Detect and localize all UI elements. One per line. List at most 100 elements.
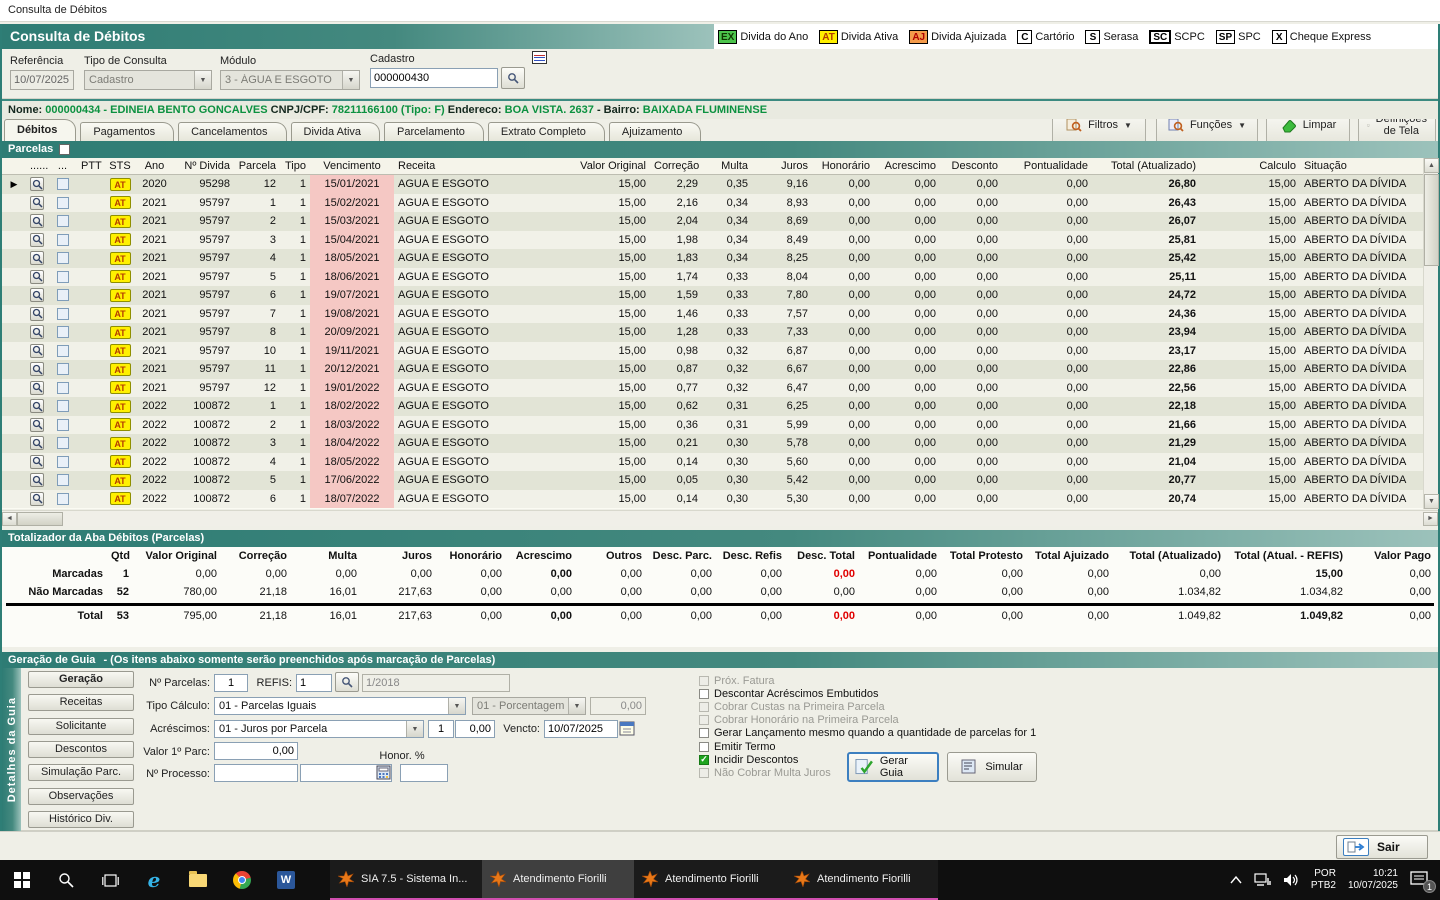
col-header-tipo[interactable]: Tipo	[280, 160, 310, 172]
table-row[interactable]: AT20221008726118/07/2022AGUA E ESGOTO15,…	[2, 490, 1423, 509]
table-row[interactable]: AT2021957974118/05/2021AGUA E ESGOTO15,0…	[2, 249, 1423, 268]
taskbar-app[interactable]: Atendimento Fiorilli	[482, 860, 634, 900]
row-magnifier-button[interactable]	[30, 473, 44, 487]
row-checkbox[interactable]	[57, 419, 69, 431]
tab-pagamentos[interactable]: Pagamentos	[80, 122, 174, 141]
row-magnifier-button[interactable]	[30, 177, 44, 191]
col-header-honorario[interactable]: Honorário	[812, 160, 874, 172]
col-header-mag[interactable]: ......	[26, 160, 48, 172]
tab-extrato-completo[interactable]: Extrato Completo	[488, 122, 605, 141]
geracao-button-descontos[interactable]: Descontos	[28, 741, 134, 758]
taskbar-app[interactable]: Atendimento Fiorilli	[786, 860, 938, 900]
row-magnifier-button[interactable]	[30, 436, 44, 450]
checkbox-icon[interactable]	[699, 702, 709, 712]
scroll-up-icon[interactable]: ▲	[1424, 158, 1439, 173]
scroll-down-icon[interactable]: ▼	[1424, 494, 1439, 509]
simular-button[interactable]: Simular	[947, 752, 1037, 782]
acrescimos-select[interactable]: 01 - Juros por Parcela ▼	[214, 720, 424, 738]
row-magnifier-button[interactable]	[30, 233, 44, 247]
table-row[interactable]: AT20219579711120/12/2021AGUA E ESGOTO15,…	[2, 360, 1423, 379]
row-checkbox[interactable]	[57, 326, 69, 338]
row-magnifier-button[interactable]	[30, 307, 44, 321]
table-row[interactable]: AT2021957972115/03/2021AGUA E ESGOTO15,0…	[2, 212, 1423, 231]
row-magnifier-button[interactable]	[30, 399, 44, 413]
option-pr-x-fatura[interactable]: Próx. Fatura	[699, 674, 1036, 687]
table-row[interactable]: AT2021957976119/07/2021AGUA E ESGOTO15,0…	[2, 286, 1423, 305]
col-header-situacao[interactable]: Situação	[1300, 160, 1412, 172]
row-checkbox[interactable]	[57, 271, 69, 283]
cadastro-input[interactable]	[370, 68, 498, 88]
checkbox-icon[interactable]	[699, 768, 709, 778]
option-descontar-acr-scimos-embutidos[interactable]: Descontar Acréscimos Embutidos	[699, 687, 1036, 700]
tab-d-bitos[interactable]: Débitos	[4, 119, 76, 141]
row-checkbox[interactable]	[57, 345, 69, 357]
row-magnifier-button[interactable]	[30, 418, 44, 432]
modulo-select[interactable]: 3 - ÁGUA E ESGOTO ▼	[220, 70, 360, 90]
table-row[interactable]: AT2021957977119/08/2021AGUA E ESGOTO15,0…	[2, 305, 1423, 324]
horizontal-scrollbar[interactable]: ◄ ►	[2, 510, 1438, 526]
table-row[interactable]: AT20221008721118/02/2022AGUA E ESGOTO15,…	[2, 397, 1423, 416]
speaker-icon[interactable]	[1283, 873, 1299, 887]
row-magnifier-button[interactable]	[30, 381, 44, 395]
col-header-valor_original[interactable]: Valor Original	[562, 160, 650, 172]
word-button[interactable]: W	[264, 860, 308, 900]
clock[interactable]: 10:2110/07/2025	[1348, 868, 1398, 892]
tab-divida-ativa[interactable]: Divida Ativa	[291, 122, 380, 141]
tipo-calculo-select[interactable]: 01 - Parcelas Iguais ▼	[214, 697, 466, 715]
row-checkbox[interactable]	[57, 215, 69, 227]
processo-input[interactable]	[214, 764, 298, 782]
row-magnifier-button[interactable]	[30, 270, 44, 284]
internet-explorer-button[interactable]: e	[132, 860, 176, 900]
row-checkbox[interactable]	[57, 178, 69, 190]
col-header-ptt[interactable]: PTT	[77, 160, 105, 172]
col-header-pontualidade[interactable]: Pontualidade	[1002, 160, 1092, 172]
acrescimos-n-input[interactable]	[428, 720, 454, 738]
geracao-button-simula-o-parc-[interactable]: Simulação Parc.	[28, 764, 134, 781]
row-magnifier-button[interactable]	[30, 196, 44, 210]
taskbar-app[interactable]: SIA 7.5 - Sistema In...	[330, 860, 482, 900]
checked-checkbox-icon[interactable]: ✓	[699, 755, 709, 765]
table-row[interactable]: AT20221008724118/05/2022AGUA E ESGOTO15,…	[2, 453, 1423, 472]
checkbox-icon[interactable]	[699, 742, 709, 752]
referencia-input[interactable]	[10, 70, 74, 90]
table-row[interactable]: AT2021957971115/02/2021AGUA E ESGOTO15,0…	[2, 194, 1423, 213]
row-magnifier-button[interactable]	[30, 251, 44, 265]
col-header-multa[interactable]: Multa	[702, 160, 752, 172]
valor-parc-input[interactable]	[214, 742, 298, 760]
table-row[interactable]: AT20219579712119/01/2022AGUA E ESGOTO15,…	[2, 379, 1423, 398]
row-checkbox[interactable]	[57, 400, 69, 412]
col-header-sts[interactable]: STS	[105, 160, 135, 172]
acrescimos-valor-input[interactable]	[455, 720, 495, 738]
row-checkbox[interactable]	[57, 197, 69, 209]
notification-center-button[interactable]: 1	[1410, 871, 1432, 889]
file-explorer-button[interactable]	[176, 860, 220, 900]
tipo-consulta-select[interactable]: Cadastro ▼	[84, 70, 212, 90]
tab-cancelamentos[interactable]: Cancelamentos	[178, 122, 286, 141]
col-header-calculo[interactable]: Calculo	[1200, 160, 1300, 172]
horizontal-scroll-thumb[interactable]	[17, 512, 63, 526]
sair-button[interactable]: Sair	[1336, 835, 1428, 859]
chrome-button[interactable]	[220, 860, 264, 900]
language-indicator[interactable]: PORPTB2	[1311, 868, 1336, 892]
row-checkbox[interactable]	[57, 252, 69, 264]
row-magnifier-button[interactable]	[30, 325, 44, 339]
task-view-button[interactable]	[88, 860, 132, 900]
vertical-scroll-thumb[interactable]	[1424, 174, 1439, 266]
row-magnifier-button[interactable]	[30, 344, 44, 358]
row-checkbox[interactable]	[57, 289, 69, 301]
num-parcelas-input[interactable]	[214, 674, 248, 692]
geracao-button-solicitante[interactable]: Solicitante	[28, 718, 134, 735]
parcelas-select-all-checkbox[interactable]	[59, 144, 70, 155]
geracao-button-receitas[interactable]: Receitas	[28, 694, 134, 711]
col-header-vencimento[interactable]: Vencimento	[310, 160, 394, 172]
row-checkbox[interactable]	[57, 437, 69, 449]
table-row[interactable]: ▶AT20209529812115/01/2021AGUA E ESGOTO15…	[2, 175, 1423, 194]
start-button[interactable]	[0, 860, 44, 900]
row-magnifier-button[interactable]	[30, 455, 44, 469]
row-checkbox[interactable]	[57, 363, 69, 375]
col-header-total[interactable]: Total (Atualizado)	[1092, 160, 1200, 172]
col-header-receita[interactable]: Receita	[394, 160, 562, 172]
checkbox-icon[interactable]	[699, 728, 709, 738]
row-magnifier-button[interactable]	[30, 288, 44, 302]
network-icon[interactable]	[1254, 873, 1271, 887]
